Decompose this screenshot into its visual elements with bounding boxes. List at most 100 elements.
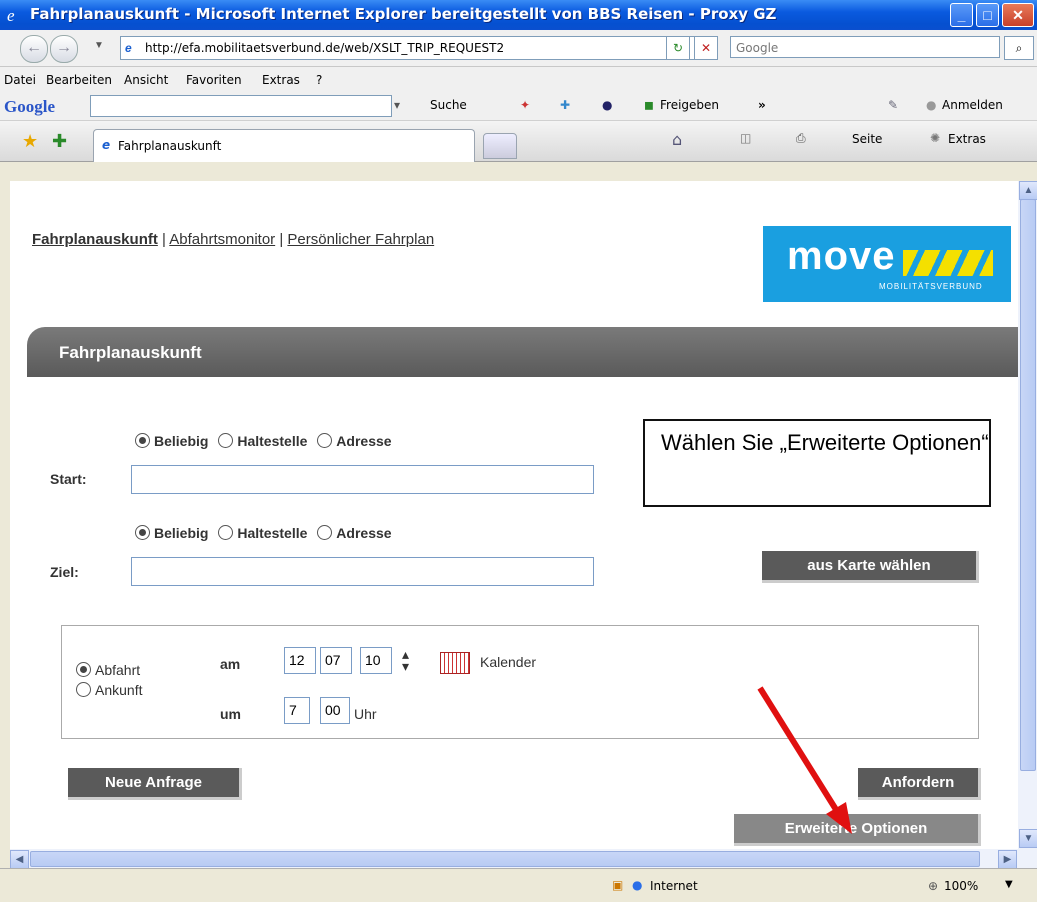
minute-input[interactable]: 00 bbox=[320, 697, 350, 724]
top-nav: Fahrplanauskunft | Abfahrtsmonitor | Per… bbox=[32, 231, 435, 248]
day-input[interactable]: 12 bbox=[284, 647, 316, 674]
scroll-right-button[interactable]: ▶ bbox=[998, 850, 1017, 869]
more-button[interactable]: » bbox=[758, 98, 766, 112]
ziel-map-button[interactable]: aus Karte wählen bbox=[762, 551, 979, 583]
vertical-scrollbar[interactable]: ▲ ▼ bbox=[1018, 181, 1037, 849]
scroll-up-button[interactable]: ▲ bbox=[1019, 181, 1037, 200]
menu-bearbeiten[interactable]: Bearbeiten bbox=[46, 73, 112, 87]
panel-title: Fahrplanauskunft bbox=[59, 343, 202, 362]
chevron-down-icon[interactable]: ▼ bbox=[1005, 879, 1013, 890]
url-text: http://efa.mobilitaetsverbund.de/web/XSL… bbox=[145, 41, 505, 55]
menu-ansicht[interactable]: Ansicht bbox=[124, 73, 168, 87]
address-toolbar: ← → ▼ e http://efa.mobilitaetsverbund.de… bbox=[0, 30, 1037, 67]
forward-button[interactable]: → bbox=[50, 35, 78, 63]
home-icon[interactable]: ⌂ bbox=[672, 130, 682, 149]
tab-label: Fahrplanauskunft bbox=[118, 139, 222, 153]
menu-extras[interactable]: Extras bbox=[262, 73, 300, 87]
user-icon: ● bbox=[926, 98, 937, 112]
plus-icon[interactable]: ✚ bbox=[560, 98, 570, 112]
ziel-radio-adresse[interactable]: Adresse bbox=[317, 525, 392, 541]
page-ie-icon: e bbox=[125, 41, 132, 55]
history-dropdown-icon[interactable]: ▼ bbox=[94, 40, 104, 51]
feeds-icon[interactable]: ◫ bbox=[740, 131, 751, 145]
ankunft-radio[interactable]: Ankunft bbox=[76, 680, 142, 698]
scroll-left-button[interactable]: ◀ bbox=[10, 850, 29, 869]
logo-stripes bbox=[903, 250, 993, 276]
ziel-type-radios: Beliebig Haltestelle Adresse bbox=[135, 523, 392, 541]
start-input[interactable] bbox=[131, 465, 594, 494]
zone-label: Internet bbox=[650, 879, 698, 893]
page-ie-icon: e bbox=[102, 138, 111, 152]
link-fahrplanauskunft[interactable]: Fahrplanauskunft bbox=[32, 231, 158, 248]
freigeben-button[interactable]: Freigeben bbox=[660, 98, 719, 112]
menu-favoriten[interactable]: Favoriten bbox=[186, 73, 242, 87]
callout-arrow bbox=[757, 686, 852, 834]
print-icon[interactable]: ⎙ bbox=[796, 131, 806, 146]
start-radio-beliebig[interactable]: Beliebig bbox=[135, 433, 208, 449]
bookmark-icon[interactable]: ✦ bbox=[520, 98, 530, 112]
close-button[interactable]: ✕ bbox=[1002, 3, 1034, 27]
maximize-button[interactable]: □ bbox=[976, 3, 999, 27]
move-logo: move MOBILITÄTSVERBUND bbox=[763, 226, 1011, 302]
globe-icon[interactable]: ● bbox=[602, 98, 612, 112]
search-input[interactable]: Google bbox=[730, 36, 1000, 58]
share-icon: ◼ bbox=[644, 98, 654, 112]
link-persoenlicher-fahrplan[interactable]: Persönlicher Fahrplan bbox=[287, 231, 434, 248]
seite-menu[interactable]: Seite bbox=[852, 132, 882, 146]
am-label: am bbox=[220, 656, 241, 672]
internet-explorer-icon: e bbox=[7, 6, 15, 24]
chevron-down-icon[interactable]: ▾ bbox=[394, 98, 400, 112]
tab-fahrplanauskunft[interactable]: e Fahrplanauskunft bbox=[93, 129, 475, 162]
hour-input[interactable]: 7 bbox=[284, 697, 310, 724]
svg-text:e: e bbox=[7, 6, 15, 24]
google-search-field[interactable] bbox=[90, 95, 392, 117]
add-favorite-icon[interactable]: ✚ bbox=[52, 131, 67, 152]
stop-icon[interactable]: ✕ bbox=[694, 36, 718, 60]
gear-icon[interactable]: ✺ bbox=[930, 131, 940, 145]
menu-help[interactable]: ? bbox=[316, 73, 322, 87]
favorites-star-icon[interactable]: ★ bbox=[22, 131, 38, 152]
google-suche-button[interactable]: Suche bbox=[430, 98, 467, 112]
menu-bar: Datei Bearbeiten Ansicht Favoriten Extra… bbox=[0, 67, 1037, 92]
ziel-input[interactable] bbox=[131, 557, 594, 586]
calendar-icon[interactable] bbox=[440, 652, 470, 674]
address-field[interactable]: e http://efa.mobilitaetsverbund.de/web/X… bbox=[120, 36, 712, 60]
horizontal-scrollbar[interactable]: ◀ ▶ bbox=[10, 849, 1037, 869]
link-abfahrtsmonitor[interactable]: Abfahrtsmonitor bbox=[169, 231, 275, 248]
start-type-radios: Beliebig Haltestelle Adresse bbox=[135, 431, 392, 449]
start-radio-adresse[interactable]: Adresse bbox=[317, 433, 392, 449]
window-title-bar[interactable]: e Fahrplanauskunft - Microsoft Internet … bbox=[0, 0, 1037, 30]
anmelden-button[interactable]: Anmelden bbox=[942, 98, 1003, 112]
date-stepper-icon[interactable]: ▴ ▾ bbox=[402, 647, 409, 673]
ziel-radio-beliebig[interactable]: Beliebig bbox=[135, 525, 208, 541]
anfordern-button[interactable]: Anfordern bbox=[858, 768, 981, 800]
new-tab-button[interactable] bbox=[483, 133, 517, 159]
ziel-radio-haltestelle[interactable]: Haltestelle bbox=[218, 525, 307, 541]
globe-icon: ● bbox=[632, 878, 643, 892]
year-input[interactable]: 10 bbox=[360, 647, 392, 674]
window-title: Fahrplanauskunft - Microsoft Internet Ex… bbox=[30, 5, 777, 23]
zoom-icon[interactable]: ⊕ bbox=[928, 879, 938, 893]
month-input[interactable]: 07 bbox=[320, 647, 352, 674]
hscroll-thumb[interactable] bbox=[30, 851, 980, 867]
uhr-label: Uhr bbox=[354, 706, 377, 722]
zoom-level[interactable]: 100% bbox=[944, 879, 978, 893]
scroll-thumb[interactable] bbox=[1020, 199, 1036, 771]
menu-datei[interactable]: Datei bbox=[4, 73, 36, 87]
minimize-button[interactable]: _ bbox=[950, 3, 973, 27]
scroll-down-button[interactable]: ▼ bbox=[1019, 829, 1037, 848]
page-content: Fahrplanauskunft | Abfahrtsmonitor | Per… bbox=[10, 181, 1018, 849]
google-logo: Google bbox=[4, 97, 55, 116]
start-label: Start: bbox=[50, 471, 87, 487]
ziel-label: Ziel: bbox=[50, 564, 79, 580]
refresh-icon[interactable]: ↻ bbox=[666, 36, 690, 60]
callout-box: Wählen Sie „Erweiterte Optionen“ bbox=[643, 419, 991, 507]
neue-anfrage-button[interactable]: Neue Anfrage bbox=[68, 768, 242, 800]
search-icon[interactable]: ⌕ bbox=[1004, 36, 1034, 60]
wrench-icon[interactable]: ✎ bbox=[888, 98, 898, 112]
abfahrt-radio[interactable]: Abfahrt bbox=[76, 660, 140, 678]
kalender-link[interactable]: Kalender bbox=[480, 654, 536, 670]
back-button[interactable]: ← bbox=[20, 35, 48, 63]
extras-menu[interactable]: Extras bbox=[948, 132, 986, 146]
start-radio-haltestelle[interactable]: Haltestelle bbox=[218, 433, 307, 449]
